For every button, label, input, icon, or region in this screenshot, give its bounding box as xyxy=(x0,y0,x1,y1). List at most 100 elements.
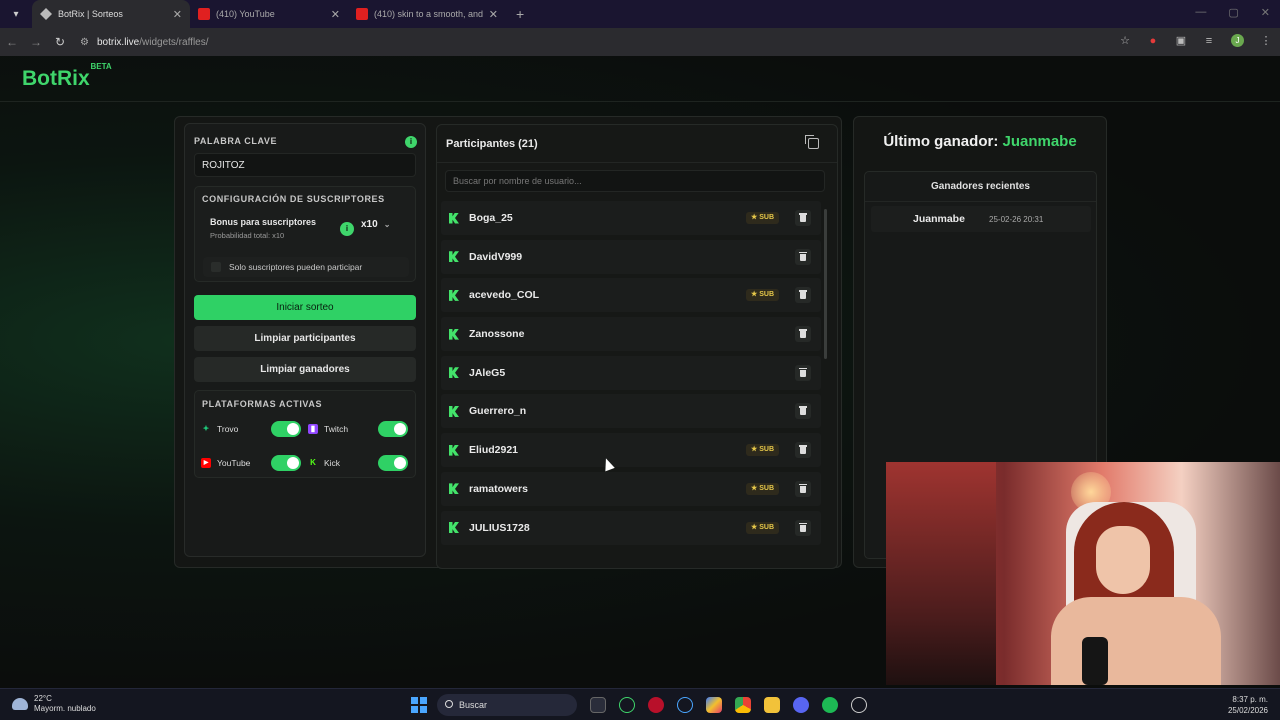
trash-icon[interactable] xyxy=(795,480,811,497)
browser-toolbar: ☆ ● ▣ ≡ J ⋮ xyxy=(1119,34,1272,47)
task-view-icon[interactable] xyxy=(590,697,606,713)
temperature: 22°C xyxy=(34,694,52,703)
keyword-input[interactable]: ROJITOZ xyxy=(194,153,416,177)
trash-icon[interactable] xyxy=(795,364,811,381)
platform-kick: K Kick xyxy=(308,455,408,471)
app-u-icon[interactable] xyxy=(619,697,635,713)
participant-name: JULIUS1728 xyxy=(469,521,530,534)
tab-title: (410) YouTube xyxy=(216,9,275,19)
kick-icon xyxy=(449,522,459,533)
taskbar-search[interactable]: Buscar xyxy=(437,694,577,716)
tab-search-icon[interactable]: ▾ xyxy=(6,4,26,24)
only-subs-label: Solo suscriptores pueden participar xyxy=(229,262,363,272)
site-info-icon[interactable]: ⚙ xyxy=(80,37,89,48)
kick-icon xyxy=(449,328,459,340)
chrome-icon[interactable] xyxy=(735,697,751,713)
multiplier-value: x10 xyxy=(361,219,378,230)
trash-icon[interactable] xyxy=(795,403,811,420)
menu-dots-icon[interactable]: ⋮ xyxy=(1260,35,1272,47)
windows-start-icon[interactable] xyxy=(411,697,427,713)
maximize-icon[interactable]: ▢ xyxy=(1228,6,1238,19)
clock-time: 8:37 p. m. xyxy=(1232,695,1268,704)
botrix-logo[interactable]: BotRix BETA xyxy=(22,62,112,91)
participant-name: JAleG5 xyxy=(469,366,506,379)
participant-row: acevedo_COL ★ SUB xyxy=(441,278,821,313)
kick-icon xyxy=(449,289,459,301)
taskbar-clock[interactable]: 8:37 p. m. 25/02/2026 xyxy=(1228,694,1268,716)
platform-trovo: ✦ Trovo xyxy=(201,421,301,437)
last-winner-title: Último ganador: Juanmabe xyxy=(854,133,1106,150)
trash-icon[interactable] xyxy=(795,210,811,226)
trash-icon[interactable] xyxy=(795,248,811,265)
youtube-icon: ▶ xyxy=(201,458,211,468)
new-tab-icon[interactable]: + xyxy=(516,6,524,22)
reload-icon[interactable]: ↻ xyxy=(48,35,72,49)
app-c-icon[interactable] xyxy=(677,697,693,713)
discord-icon[interactable] xyxy=(793,697,809,713)
url-path: /widgets/raffles/ xyxy=(139,36,209,48)
clear-participants-button[interactable]: Limpiar participantes xyxy=(194,326,416,351)
logo-text: BotRix xyxy=(22,66,90,90)
participant-name: Eliud2921 xyxy=(469,444,519,457)
platforms-title: PLATAFORMAS ACTIVAS xyxy=(202,399,323,409)
extensions-puzzle-icon[interactable]: ▣ xyxy=(1175,35,1187,47)
weather-widget[interactable]: 22°C Mayorm. nublado xyxy=(12,694,96,714)
spotify-icon[interactable] xyxy=(822,697,838,713)
participant-row: Guerrero_n xyxy=(441,394,821,429)
participant-row: Zanossone xyxy=(441,317,821,352)
app-red-icon[interactable] xyxy=(648,697,664,713)
participant-scrollbar[interactable] xyxy=(824,209,827,359)
tab-botrix[interactable]: BotRix | Sorteos ✕ xyxy=(32,0,190,28)
copilot-icon[interactable] xyxy=(706,697,722,713)
kick-icon xyxy=(449,444,459,456)
tab-youtube-video[interactable]: (410) skin to a smooth, and cle ✕ xyxy=(348,0,506,28)
multiplier-select[interactable]: x10 ⌄ xyxy=(361,219,390,230)
clear-winners-button[interactable]: Limpiar ganadores xyxy=(194,357,416,382)
kick-icon xyxy=(449,405,459,417)
kick-icon xyxy=(449,367,459,379)
profile-avatar[interactable]: J xyxy=(1231,34,1244,47)
minimize-icon[interactable]: — xyxy=(1195,6,1206,19)
extension-icon[interactable]: ● xyxy=(1147,35,1159,47)
participant-search-input[interactable]: Buscar por nombre de usuario... xyxy=(445,170,825,192)
reading-list-icon[interactable]: ≡ xyxy=(1203,35,1215,47)
close-tab-icon[interactable]: ✕ xyxy=(173,8,182,21)
close-window-icon[interactable]: ✕ xyxy=(1261,6,1270,19)
tab-youtube[interactable]: (410) YouTube ✕ xyxy=(190,0,348,28)
browser-tab-strip: ▾ BotRix | Sorteos ✕ (410) YouTube ✕ (41… xyxy=(0,0,1280,28)
close-tab-icon[interactable]: ✕ xyxy=(331,8,340,21)
bonus-info-icon[interactable]: i xyxy=(340,222,354,236)
url-field[interactable]: ⚙ botrix.live/widgets/raffles/ xyxy=(80,37,209,48)
recent-winner-row: Juanmabe 25-02-26 20:31 xyxy=(871,206,1091,232)
kick-toggle[interactable] xyxy=(378,455,408,471)
start-raffle-button[interactable]: Iniciar sorteo xyxy=(194,295,416,320)
participant-row: JAleG5 xyxy=(441,355,821,390)
address-bar: ← → ↻ ⚙ botrix.live/widgets/raffles/ xyxy=(0,28,1280,56)
bookmark-star-icon[interactable]: ☆ xyxy=(1119,35,1131,47)
copy-icon[interactable] xyxy=(805,135,819,149)
trash-icon[interactable] xyxy=(795,326,811,343)
file-explorer-icon[interactable] xyxy=(764,697,780,713)
close-tab-icon[interactable]: ✕ xyxy=(489,8,498,21)
obs-icon[interactable] xyxy=(851,697,867,713)
kick-icon xyxy=(449,251,459,263)
webcam-streamer-face xyxy=(1096,526,1150,594)
bonus-probability: Probabilidad total: x10 xyxy=(210,231,285,240)
trash-icon[interactable] xyxy=(795,287,811,304)
trash-icon[interactable] xyxy=(795,519,811,536)
info-icon[interactable]: i xyxy=(405,136,417,148)
participants-panel: Participantes (21) Buscar por nombre de … xyxy=(436,124,838,569)
trovo-toggle[interactable] xyxy=(271,421,301,437)
youtube-toggle[interactable] xyxy=(271,455,301,471)
twitch-toggle[interactable] xyxy=(378,421,408,437)
clock-date: 25/02/2026 xyxy=(1227,706,1268,715)
tab-title: (410) skin to a smooth, and cle xyxy=(374,9,485,19)
participant-name: Zanossone xyxy=(469,328,525,341)
only-subs-checkbox[interactable]: Solo suscriptores pueden participar xyxy=(203,257,409,277)
sub-badge: ★ SUB xyxy=(745,212,779,224)
trash-icon[interactable] xyxy=(795,442,811,459)
kick-icon xyxy=(449,212,459,224)
back-icon[interactable]: ← xyxy=(0,35,24,49)
participant-name: DavidV999 xyxy=(469,250,523,263)
forward-icon[interactable]: → xyxy=(24,35,48,49)
